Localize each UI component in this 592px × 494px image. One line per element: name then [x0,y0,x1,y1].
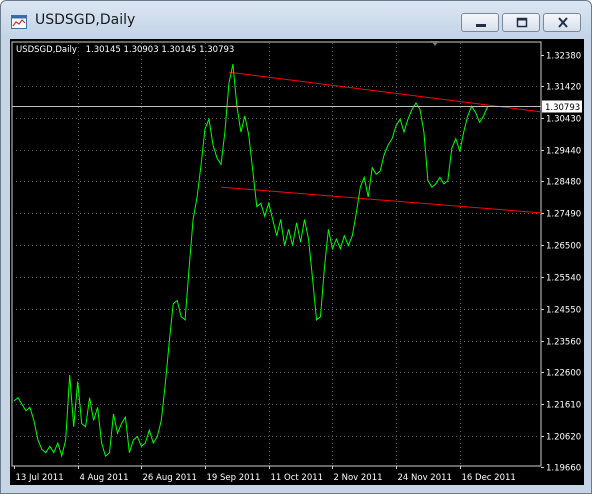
x-tick-label: 26 Aug 2011 [143,473,197,483]
x-tick-label: 16 Dec 2011 [462,473,516,483]
y-tick-label: 1.30430 [546,115,581,125]
y-tick-label: 1.20620 [546,433,581,443]
chart-window-icon [11,14,27,29]
minimize-icon [476,24,486,27]
maximize-icon [516,17,528,28]
x-tick-label: 4 Aug 2011 [80,473,129,483]
chart-grid [11,41,542,467]
title-bar[interactable]: USDSGD,Daily [1,1,591,39]
chart-canvas[interactable]: 1.32380 1.31420 1.30430 1.29440 1.28480 1.274… [10,39,584,485]
plot-frame [11,41,542,467]
chart-symbol: USDSGD,Daily [16,45,77,55]
y-tick-label: 1.21610 [546,401,581,411]
y-tick-label: 1.29440 [546,147,581,157]
y-tick-label: 1.28480 [546,178,581,188]
y-tick-label: 1.19660 [546,464,581,474]
x-tick-label: 19 Sep 2011 [207,473,261,483]
price-series [13,63,489,458]
y-tick-label: 1.24550 [546,306,581,316]
y-tick-label: 1.23560 [546,338,581,348]
window-title: USDSGD,Daily [35,12,136,28]
chart-ohlc: 1.30145 1.30903 1.30145 1.30793 [86,45,235,55]
current-price-label: 1.30793 [545,103,580,113]
chart-header: USDSGD,Daily 1.30145 1.30903 1.30145 1.3… [16,45,234,55]
chart-window: USDSGD,Daily 1.32380 1.31420 1.30430 1.2944… [0,0,592,494]
y-tick-label: 1.32380 [546,52,581,62]
shift-marker-icon[interactable] [431,41,439,46]
x-tick-label: 2 Nov 2011 [334,473,383,483]
minimize-button[interactable] [461,13,499,32]
y-tick-label: 1.27490 [546,210,581,220]
x-tick-label: 24 Nov 2011 [398,473,452,483]
y-tick-label: 1.22600 [546,369,581,379]
x-tick-label: 13 Jul 2011 [16,473,64,483]
maximize-button[interactable] [502,13,540,32]
trend-lines[interactable] [220,71,547,214]
close-button[interactable] [543,13,581,32]
x-tick-label: 11 Oct 2011 [271,473,324,483]
chart-axes: 1.32380 1.31420 1.30430 1.29440 1.28480 1.274… [12,52,582,483]
y-tick-label: 1.25540 [546,274,581,284]
y-tick-label: 1.31420 [546,83,581,93]
price-chart[interactable]: 1.32380 1.31420 1.30430 1.29440 1.28480 1.274… [10,39,584,485]
close-icon [558,17,568,28]
y-tick-label: 1.26500 [546,242,581,252]
price-line [13,63,489,458]
